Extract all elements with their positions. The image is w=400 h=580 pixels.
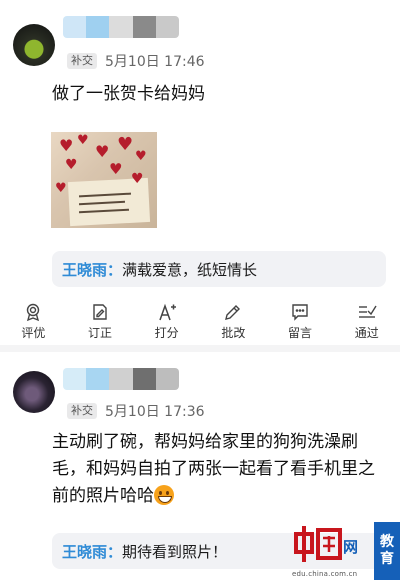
watermark-url: edu.china.com.cn bbox=[292, 570, 358, 578]
post-divider bbox=[0, 345, 400, 352]
rate-excellent-button[interactable]: 评优 bbox=[0, 302, 67, 342]
post-text: 做了一张贺卡给妈妈 bbox=[52, 84, 205, 104]
late-submit-badge: 补交 bbox=[67, 53, 97, 69]
post-date: 5月10日 17:46 bbox=[105, 54, 205, 70]
teacher-comment: 王晓雨： 满载爱意，纸短情长 bbox=[52, 251, 386, 287]
comment-author: 王晓雨： bbox=[62, 542, 123, 561]
china-net-logo-mark: 网 bbox=[294, 526, 358, 562]
score-button[interactable]: 打分 bbox=[133, 302, 200, 342]
post-meta: 补交 5月10日 17:46 bbox=[67, 51, 205, 71]
avatar[interactable] bbox=[13, 371, 55, 413]
message-icon bbox=[292, 304, 308, 321]
leave-message-button[interactable]: 留言 bbox=[267, 302, 334, 342]
comment-text: 满载爱意，纸短情长 bbox=[122, 260, 258, 279]
comment-author: 王晓雨： bbox=[62, 260, 123, 279]
grinning-emoji-icon bbox=[154, 485, 174, 505]
medal-icon bbox=[27, 303, 40, 322]
late-submit-badge: 补交 bbox=[67, 403, 97, 419]
post-meta: 补交 5月10日 17:36 bbox=[67, 401, 205, 421]
score-icon bbox=[158, 303, 176, 321]
edit-doc-icon bbox=[93, 304, 107, 320]
edu-tag: 教育 bbox=[374, 522, 400, 580]
post-text: 主动刷了碗，帮妈妈给家里的狗狗洗澡刷毛，和妈妈自拍了两张一起看了看手机里之前的照… bbox=[52, 432, 375, 506]
action-bar: 评优 订正 打分 批改 留言 通过 bbox=[0, 302, 400, 342]
comment-text: 期待看到照片！ bbox=[122, 542, 228, 561]
svg-text:网: 网 bbox=[343, 539, 358, 556]
approve-button[interactable]: 通过 bbox=[333, 302, 400, 342]
grade-button[interactable]: 批改 bbox=[200, 302, 267, 342]
correct-button[interactable]: 订正 bbox=[67, 302, 134, 342]
post-card: 补交 5月10日 17:46 做了一张贺卡给妈妈 ♥ ♥ ♥ ♥ ♥ ♥ ♥ ♥… bbox=[0, 0, 400, 345]
avatar[interactable] bbox=[13, 24, 55, 66]
greeting-card-photo[interactable]: ♥ ♥ ♥ ♥ ♥ ♥ ♥ ♥ ♥ bbox=[51, 132, 157, 228]
post-date: 5月10日 17:36 bbox=[105, 404, 205, 420]
check-list-icon bbox=[358, 305, 377, 318]
blurred-username bbox=[63, 16, 179, 38]
china-net-edu-logo: 网 教育 edu.china.com.cn bbox=[288, 522, 400, 580]
blurred-username bbox=[63, 368, 179, 390]
pencil-icon bbox=[225, 305, 241, 320]
